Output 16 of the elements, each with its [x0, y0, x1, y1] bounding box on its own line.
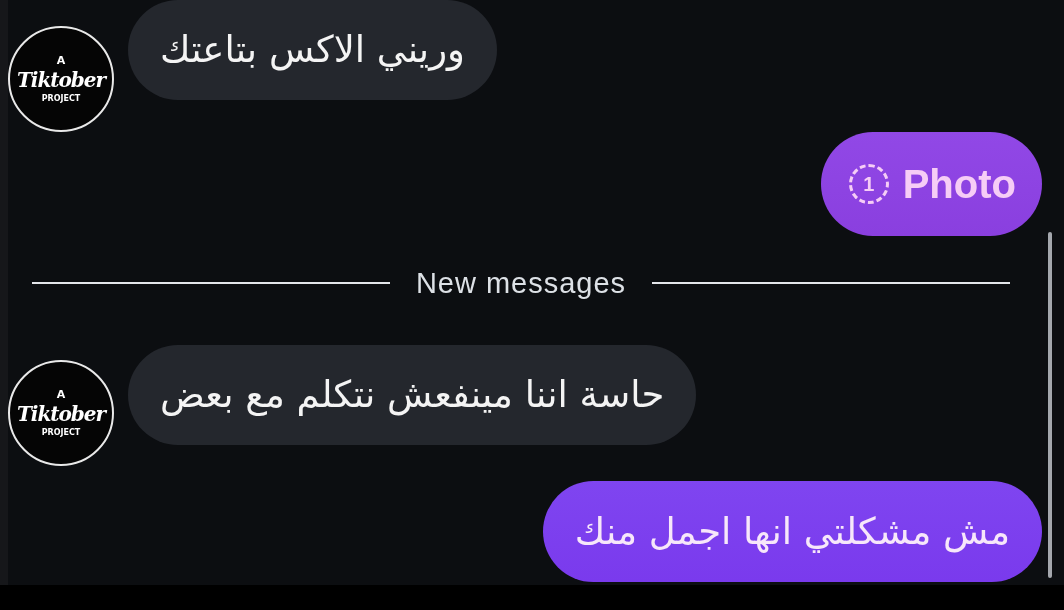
avatar[interactable]: A Tiktober PROJECT — [8, 26, 114, 132]
view-once-indicator: 1 — [848, 164, 889, 204]
scrollbar-thumb[interactable] — [1048, 232, 1052, 578]
message-bubble: وريني الاكس بتاعتك — [128, 0, 497, 100]
photo-label: Photo — [902, 164, 1016, 204]
message-bubble: حاسة اننا مينفعش نتكلم مع بعض — [128, 345, 697, 445]
avatar[interactable]: A Tiktober PROJECT — [8, 360, 114, 466]
message-bubble: مش مشكلتي انها اجمل منك — [542, 481, 1042, 582]
new-messages-label: New messages — [415, 268, 627, 298]
logo-text: A — [56, 389, 66, 400]
logo-text: PROJECT — [41, 429, 81, 437]
logo-text: Tiktober — [16, 403, 106, 425]
photo-message-bubble[interactable]: 1 Photo — [820, 132, 1042, 236]
logo-text: Tiktober — [16, 69, 106, 91]
logo-text: A — [56, 55, 66, 66]
logo-text: PROJECT — [41, 95, 81, 103]
